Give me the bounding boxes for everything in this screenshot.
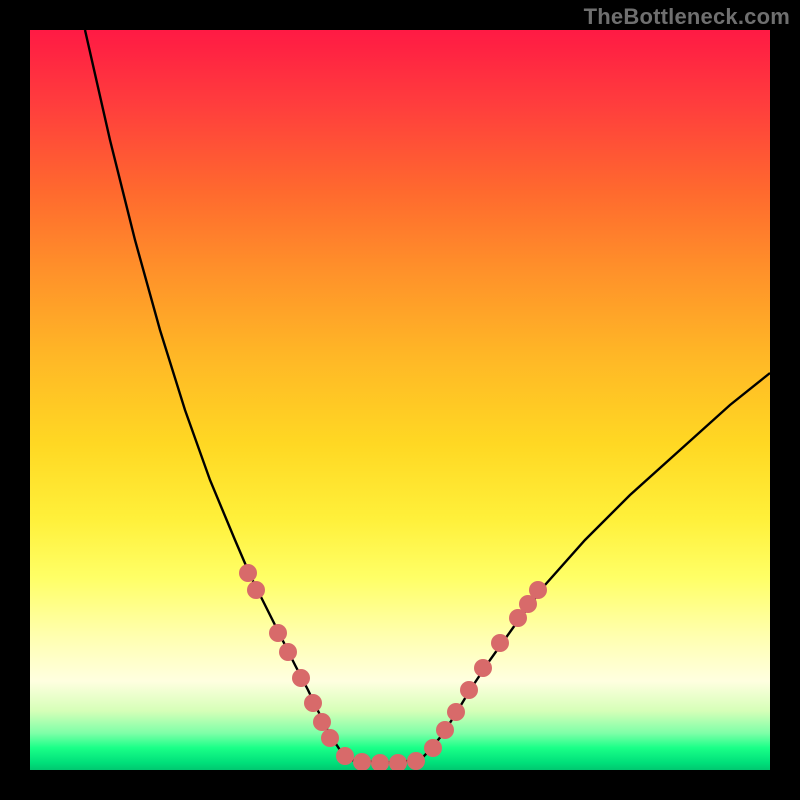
marker-dot (321, 729, 339, 747)
curve-group (85, 30, 770, 763)
marker-dot (460, 681, 478, 699)
right-curve (420, 373, 770, 760)
marker-dot (424, 739, 442, 757)
marker-dot (313, 713, 331, 731)
marker-dot (436, 721, 454, 739)
marker-dot (371, 754, 389, 770)
watermark-text: TheBottleneck.com (584, 4, 790, 30)
marker-dot (247, 581, 265, 599)
marker-dot (474, 659, 492, 677)
marker-dot (304, 694, 322, 712)
marker-dot (269, 624, 287, 642)
marker-dot (491, 634, 509, 652)
marker-dot (239, 564, 257, 582)
chart-svg (30, 30, 770, 770)
left-curve (85, 30, 350, 760)
plot-area (30, 30, 770, 770)
marker-dot (447, 703, 465, 721)
marker-dot (407, 752, 425, 770)
marker-dot (529, 581, 547, 599)
marker-group (239, 564, 547, 770)
marker-dot (336, 747, 354, 765)
marker-dot (279, 643, 297, 661)
marker-dot (389, 754, 407, 770)
marker-dot (353, 753, 371, 770)
marker-dot (292, 669, 310, 687)
